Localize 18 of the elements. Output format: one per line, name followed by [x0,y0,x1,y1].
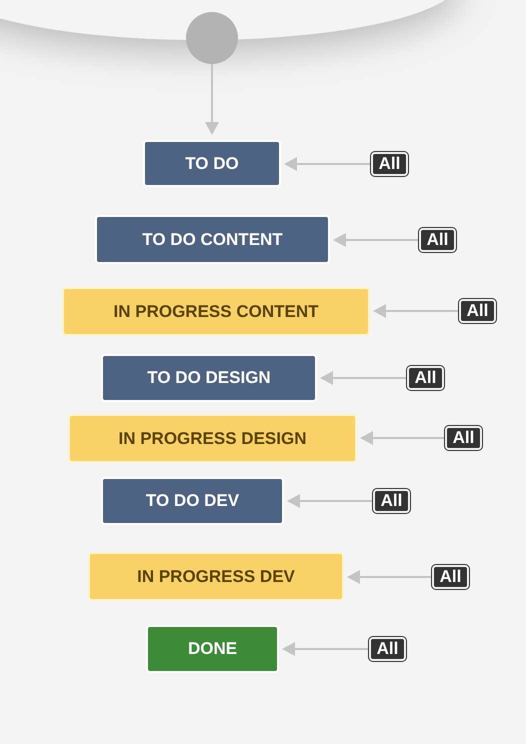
transition-label[interactable]: All [459,299,496,323]
status-node[interactable]: IN PROGRESS CONTENT [62,287,370,336]
transition-label[interactable]: All [369,637,406,661]
transition-label[interactable]: All [407,366,444,390]
status-node[interactable]: TO DO DEV [101,477,284,525]
transition-label[interactable]: All [432,565,469,589]
transition-label[interactable]: All [371,152,408,176]
status-node[interactable]: IN PROGRESS DEV [88,552,344,601]
status-node[interactable]: DONE [146,625,279,673]
status-node[interactable]: TO DO DESIGN [101,354,317,402]
transition-label[interactable]: All [419,228,456,252]
status-node[interactable]: TO DO [143,140,281,187]
transition-label[interactable]: All [373,489,410,513]
transition-arrow [205,64,219,135]
start-node [185,11,239,65]
status-node[interactable]: TO DO CONTENT [95,215,330,264]
status-node[interactable]: IN PROGRESS DESIGN [68,414,357,463]
transition-label[interactable]: All [445,426,482,450]
